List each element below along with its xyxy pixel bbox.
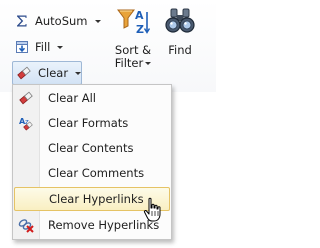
hand-cursor-icon <box>143 197 163 223</box>
svg-text:A: A <box>135 9 144 22</box>
menu-item-clear-contents[interactable]: Clear Contents <box>14 136 170 160</box>
sort-filter-button[interactable]: A Z Sort & Filter <box>108 6 158 70</box>
ribbon-editing-group: AutoSum Fill Clear A Z Sort & Filter Fin… <box>0 0 216 92</box>
fill-down-icon <box>15 40 29 54</box>
clear-label: Clear <box>38 66 69 80</box>
menu-item-clear-all[interactable]: Clear All <box>14 86 170 110</box>
find-label: Find <box>168 43 192 57</box>
menu-item-clear-comments[interactable]: Clear Comments <box>14 161 170 185</box>
excel-editing-group: AutoSum Fill Clear A Z Sort & Filter Fin… <box>0 0 216 248</box>
menu-item-clear-formats[interactable]: A z Clear Formats <box>14 111 170 135</box>
fill-button[interactable]: Fill <box>12 36 82 58</box>
binoculars-icon <box>163 6 197 38</box>
chevron-down-icon <box>75 71 82 75</box>
menu-item-label: Clear Hyperlinks <box>49 192 144 206</box>
find-button[interactable]: Find <box>160 6 200 57</box>
clear-button[interactable]: Clear <box>12 61 82 85</box>
sort-az-funnel-icon: A Z <box>116 6 151 38</box>
chevron-down-icon <box>94 19 101 23</box>
remove-hyperlinks-icon <box>14 213 38 237</box>
sort-filter-label: Sort & Filter <box>114 43 152 70</box>
eraser-icon <box>14 86 38 110</box>
menu-item-label: Clear Formats <box>48 116 129 130</box>
autosum-label: AutoSum <box>35 14 88 28</box>
autosum-button[interactable]: AutoSum <box>12 10 102 32</box>
menu-item-label: Clear Contents <box>48 141 134 155</box>
menu-item-label: Clear All <box>48 91 96 105</box>
menu-item-label: Clear Comments <box>48 166 145 180</box>
clear-formats-icon: A z <box>14 111 38 135</box>
chevron-down-icon <box>57 45 64 49</box>
chevron-down-icon <box>145 62 152 65</box>
eraser-icon <box>16 66 32 80</box>
svg-text:Z: Z <box>136 23 144 36</box>
fill-label: Fill <box>35 40 51 54</box>
sigma-icon <box>15 14 29 28</box>
